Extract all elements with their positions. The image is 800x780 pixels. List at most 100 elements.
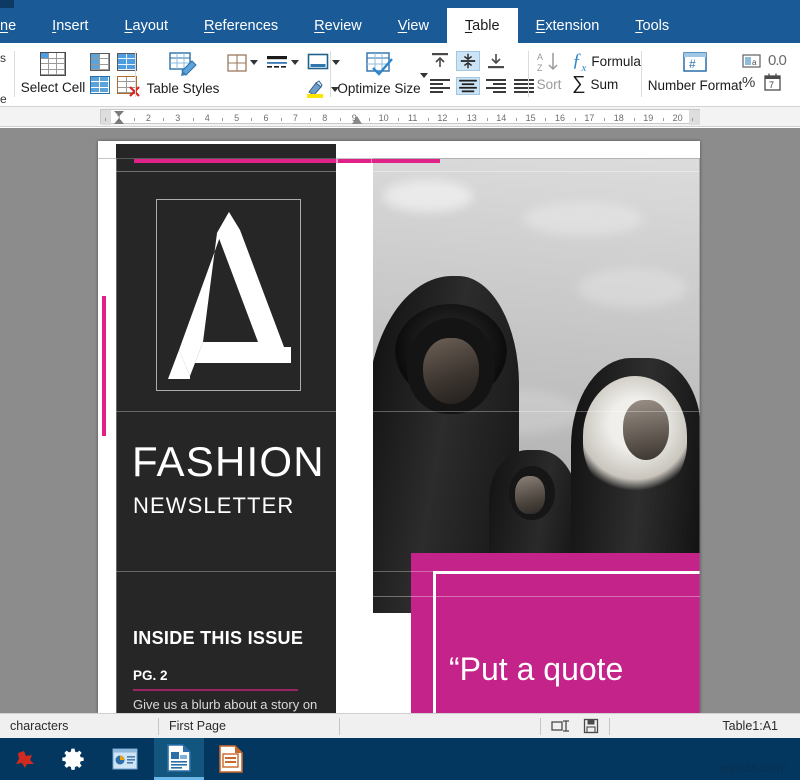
page-reference[interactable]: PG. 2 <box>133 668 168 683</box>
ruler-tick-20: 20 <box>673 113 683 123</box>
optimize-size-icon <box>364 51 394 77</box>
sum-icon: ∑ <box>572 77 586 91</box>
page-ref-underline <box>133 689 298 691</box>
status-view-controls <box>541 714 609 739</box>
tab-extension-label: Extension <box>536 18 600 34</box>
table-styles-button[interactable]: Table Styles <box>145 43 221 96</box>
document-page[interactable]: FASHION NEWSLETTER INSIDE THIS ISSUE PG.… <box>98 141 700 713</box>
ruler-tick-4: 4 <box>205 113 210 123</box>
status-word-count[interactable]: characters <box>0 714 158 739</box>
edge-label-bottom: e <box>0 92 7 107</box>
pink-rule-left <box>102 296 106 436</box>
optimize-size-dropdown-arrow[interactable] <box>420 73 428 78</box>
date-format-icon[interactable]: 7 <box>763 73 782 92</box>
taskbar-settings[interactable] <box>48 738 98 780</box>
page-title[interactable]: FASHION <box>132 438 325 486</box>
align-right-icon[interactable] <box>484 77 508 95</box>
tab-layout[interactable]: Layout <box>106 8 186 43</box>
insert-row-icon[interactable] <box>90 76 110 94</box>
number-format-icon: # <box>682 51 708 75</box>
background-color-icon[interactable] <box>307 53 329 72</box>
tab-review[interactable]: Review <box>296 8 380 43</box>
svg-text:#: # <box>689 57 696 71</box>
ruler-tick-19: 19 <box>643 113 653 123</box>
highlight-color-icon[interactable] <box>305 80 327 98</box>
currency-format-icon[interactable]: a <box>742 53 762 69</box>
tab-view[interactable]: View <box>380 8 447 43</box>
tab-references[interactable]: References <box>186 8 296 43</box>
sort-icon[interactable]: A Z <box>536 51 562 73</box>
text-cursor-view-icon[interactable] <box>551 719 571 733</box>
model-left-face <box>423 338 479 404</box>
quote-text[interactable]: “Put a quote <box>449 651 623 688</box>
ribbon-separator-5 <box>641 51 642 97</box>
select-cell-button[interactable]: Select Cell <box>22 43 84 95</box>
edge-label-top: s <box>0 51 7 66</box>
ribbon-tabs: ne InsertLayoutReferencesReview View Table E… <box>0 8 687 43</box>
svg-text:a: a <box>752 58 757 67</box>
guide-horizontal-2 <box>116 411 700 412</box>
background-dropdown-arrow[interactable] <box>332 60 340 65</box>
align-left-icon[interactable] <box>428 77 452 95</box>
sum-button[interactable]: ∑ Sum <box>572 77 618 92</box>
tab-table[interactable]: Table <box>447 8 518 43</box>
status-table-cell[interactable]: Table1:A1 <box>610 714 800 739</box>
ruler-tick-8: 8 <box>322 113 327 123</box>
save-status-icon[interactable] <box>583 718 599 734</box>
taskbar: wsxdn.com <box>0 738 800 780</box>
border-style-dropdown-arrow[interactable] <box>291 60 299 65</box>
tab-home-label: ne <box>0 18 16 34</box>
gear-icon <box>61 747 85 771</box>
align-center-icon[interactable] <box>456 77 480 95</box>
logo-frame[interactable] <box>156 199 301 391</box>
number-format-button[interactable]: # Number Format <box>650 43 740 93</box>
ruler-strip[interactable]: 1234567891011121314151617181920 <box>100 109 700 124</box>
ruler-tick-2: 2 <box>146 113 151 123</box>
tab-extension[interactable]: Extension <box>518 8 618 43</box>
tab-view-label: View <box>398 18 429 34</box>
taskbar-writer[interactable] <box>154 738 204 780</box>
tab-home[interactable]: ne <box>0 8 34 43</box>
status-bar: characters First Page Table1:A1 <box>0 713 800 738</box>
page-subtitle[interactable]: NEWSLETTER <box>133 493 294 519</box>
status-page-style[interactable]: First Page <box>159 714 339 739</box>
guide-horizontal-4 <box>336 596 700 597</box>
align-justify-icon[interactable] <box>512 77 536 95</box>
taskbar-charts-app[interactable] <box>100 738 150 780</box>
align-center-vertical-icon[interactable] <box>456 51 480 71</box>
dark-panel-top <box>116 144 336 158</box>
horizontal-ruler[interactable]: 1234567891011121314151617181920 <box>0 107 800 127</box>
ruler-minor-tick <box>575 118 576 121</box>
ruler-minor-tick <box>516 118 517 121</box>
tab-tools[interactable]: Tools <box>617 8 687 43</box>
quote-block[interactable]: “Put a quote <box>411 553 700 713</box>
svg-text:A: A <box>537 52 543 62</box>
taskbar-app-red[interactable] <box>0 738 50 780</box>
borders-dropdown-arrow[interactable] <box>250 60 258 65</box>
split-cells-icon[interactable] <box>90 53 110 71</box>
decimal-format-label[interactable]: 0.0 <box>768 52 786 69</box>
align-top-icon[interactable] <box>428 51 452 71</box>
merge-cells-icon[interactable] <box>117 53 137 71</box>
cover-photo[interactable] <box>373 158 700 613</box>
align-bottom-icon[interactable] <box>484 51 508 71</box>
ruler-minor-tick <box>251 118 252 121</box>
optimize-size-button[interactable]: Optimize Size <box>340 43 418 96</box>
inside-this-issue-heading[interactable]: INSIDE THIS ISSUE <box>133 628 303 649</box>
border-style-icon[interactable] <box>266 54 288 72</box>
story-blurb[interactable]: Give us a blurb about a story on <box>133 697 317 712</box>
tab-tools-label: Tools <box>635 18 669 34</box>
document-canvas[interactable]: FASHION NEWSLETTER INSIDE THIS ISSUE PG.… <box>0 128 800 713</box>
title-bar <box>0 0 800 8</box>
tab-insert[interactable]: Insert <box>34 8 106 43</box>
taskbar-impress[interactable] <box>206 738 256 780</box>
formula-button[interactable]: ƒx Formula <box>572 50 641 74</box>
ruler-tick-11: 11 <box>408 113 417 123</box>
delete-table-icon[interactable] <box>117 76 137 94</box>
ruler-minor-tick <box>105 118 106 121</box>
ruler-tick-18: 18 <box>614 113 624 123</box>
borders-icon[interactable] <box>227 54 247 72</box>
percent-format-label[interactable]: % <box>742 74 755 91</box>
ribbon-separator-4 <box>528 51 529 97</box>
sort-label[interactable]: Sort <box>536 77 562 92</box>
